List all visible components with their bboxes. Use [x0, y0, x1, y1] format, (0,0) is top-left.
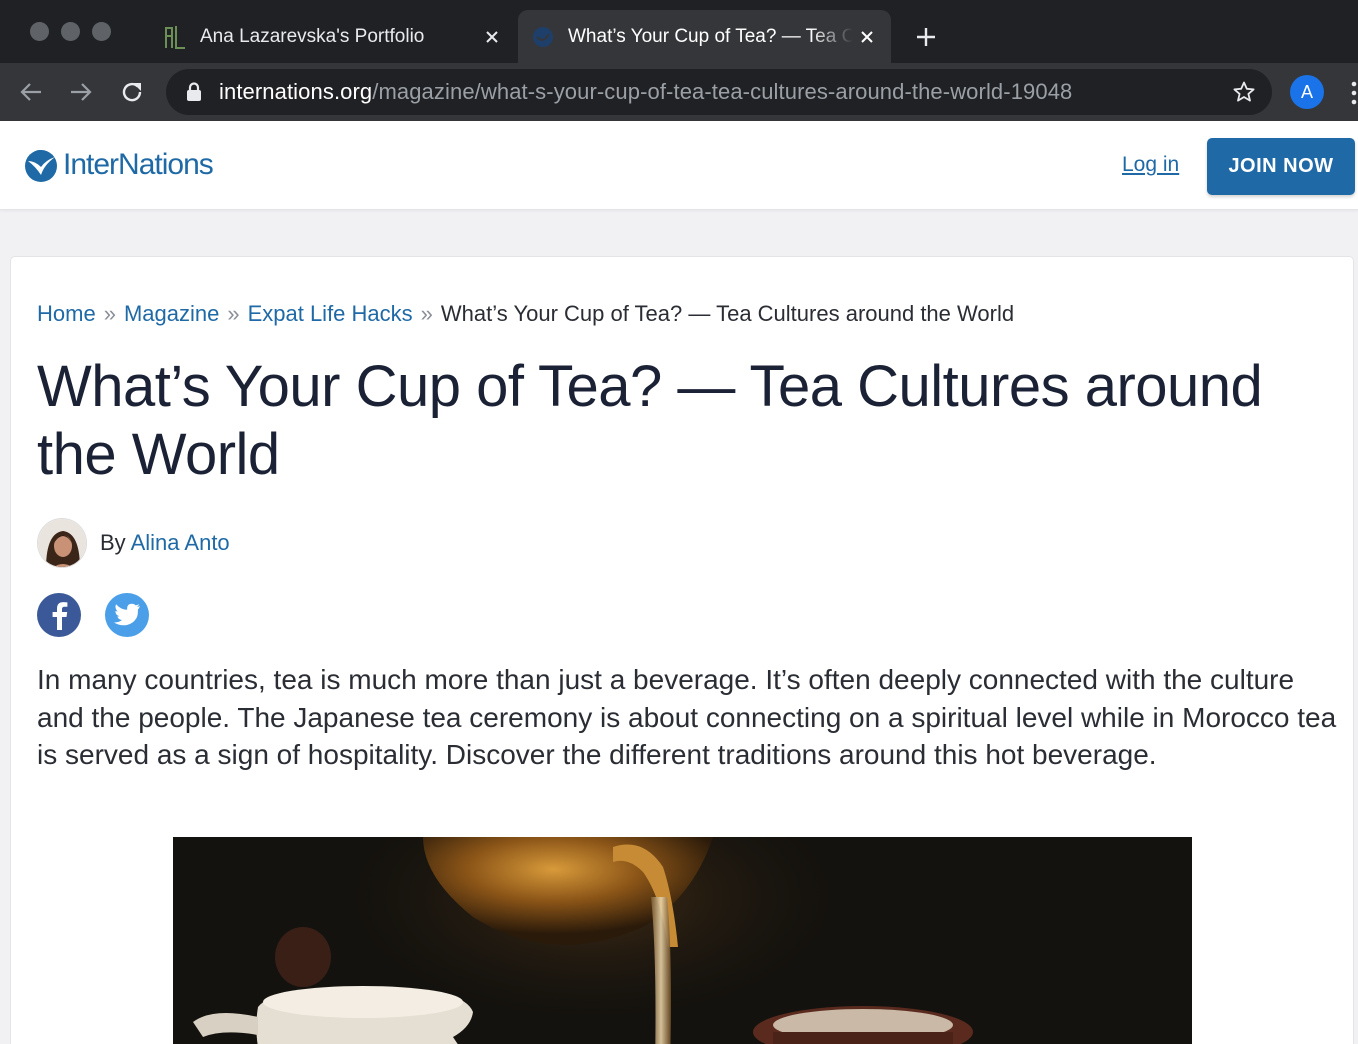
tab-title: Ana Lazarevska's Portfolio [200, 25, 425, 47]
profile-initial: A [1300, 81, 1313, 102]
author-name-link[interactable]: Alina Anto [131, 530, 230, 555]
back-arrow-icon[interactable] [14, 76, 48, 108]
internations-favicon-icon [533, 26, 553, 47]
join-now-button[interactable]: JOIN NOW [1207, 138, 1355, 195]
breadcrumb-separator: » [420, 301, 433, 326]
breadcrumb-current: What’s Your Cup of Tea? — Tea Cultures a… [440, 301, 1015, 326]
address-bar[interactable]: internations.org/magazine/what-s-your-cu… [166, 69, 1272, 115]
close-icon[interactable] [853, 23, 881, 51]
logo-wordmark: InterNations [63, 148, 214, 181]
article-card: Home » Magazine » Expat Life Hacks » What’s Yo… [10, 256, 1354, 1044]
tab-title: What’s Your Cup of Tea? — Tea Cultures a… [568, 25, 853, 47]
browser-toolbar: internations.org/magazine/what-s-your-cu… [0, 63, 1358, 121]
window-zoom-dot[interactable] [92, 22, 111, 41]
login-link[interactable]: Log in [1122, 153, 1179, 177]
reload-icon[interactable] [115, 76, 149, 108]
tab-tea-article[interactable]: What’s Your Cup of Tea? — Tea Cultures a… [518, 10, 891, 63]
kebab-menu-icon[interactable] [1350, 80, 1358, 106]
window-minimize-dot[interactable] [61, 22, 80, 41]
window-close-dot[interactable] [30, 22, 49, 41]
breadcrumb-home[interactable]: Home [37, 301, 96, 326]
breadcrumb: Home » Magazine » Expat Life Hacks » What’s Yo… [37, 301, 1014, 327]
lock-icon [187, 82, 201, 101]
profile-avatar[interactable]: A [1290, 75, 1324, 109]
author-row: By Alina Anto [37, 518, 230, 568]
url-text: internations.org/magazine/what-s-your-cu… [219, 79, 1072, 105]
twitter-icon[interactable] [105, 593, 149, 637]
breadcrumb-separator: » [227, 301, 240, 326]
article-intro: In many countries, tea is much more than… [37, 664, 1337, 770]
bird-logo-icon [25, 150, 57, 182]
tab-portfolio[interactable]: Ana Lazarevska's Portfolio [150, 10, 516, 63]
site-header: InterNations Log in JOIN NOW [0, 121, 1358, 210]
forward-arrow-icon[interactable] [64, 76, 98, 108]
hero-image-tea-pouring [173, 837, 1192, 1044]
byline: By Alina Anto [100, 530, 230, 556]
star-icon[interactable] [1230, 78, 1258, 106]
breadcrumb-magazine[interactable]: Magazine [124, 301, 219, 326]
author-avatar[interactable] [37, 518, 87, 568]
url-path: /magazine/what-s-your-cup-of-tea-tea-cul… [372, 79, 1073, 104]
portfolio-favicon-icon [165, 25, 185, 49]
by-label: By [100, 530, 126, 555]
browser-tab-bar: Ana Lazarevska's Portfolio What’s Your C… [0, 0, 1358, 63]
internations-logo[interactable]: InterNations [22, 147, 214, 183]
url-host: internations.org [219, 79, 373, 104]
new-tab-plus-icon[interactable] [908, 22, 944, 52]
close-icon[interactable] [478, 23, 506, 51]
breadcrumb-separator: » [103, 301, 116, 326]
facebook-icon[interactable] [37, 593, 81, 637]
page-title: What’s Your Cup of Tea? — Tea Cultures a… [37, 354, 1263, 487]
breadcrumb-section[interactable]: Expat Life Hacks [248, 301, 413, 326]
